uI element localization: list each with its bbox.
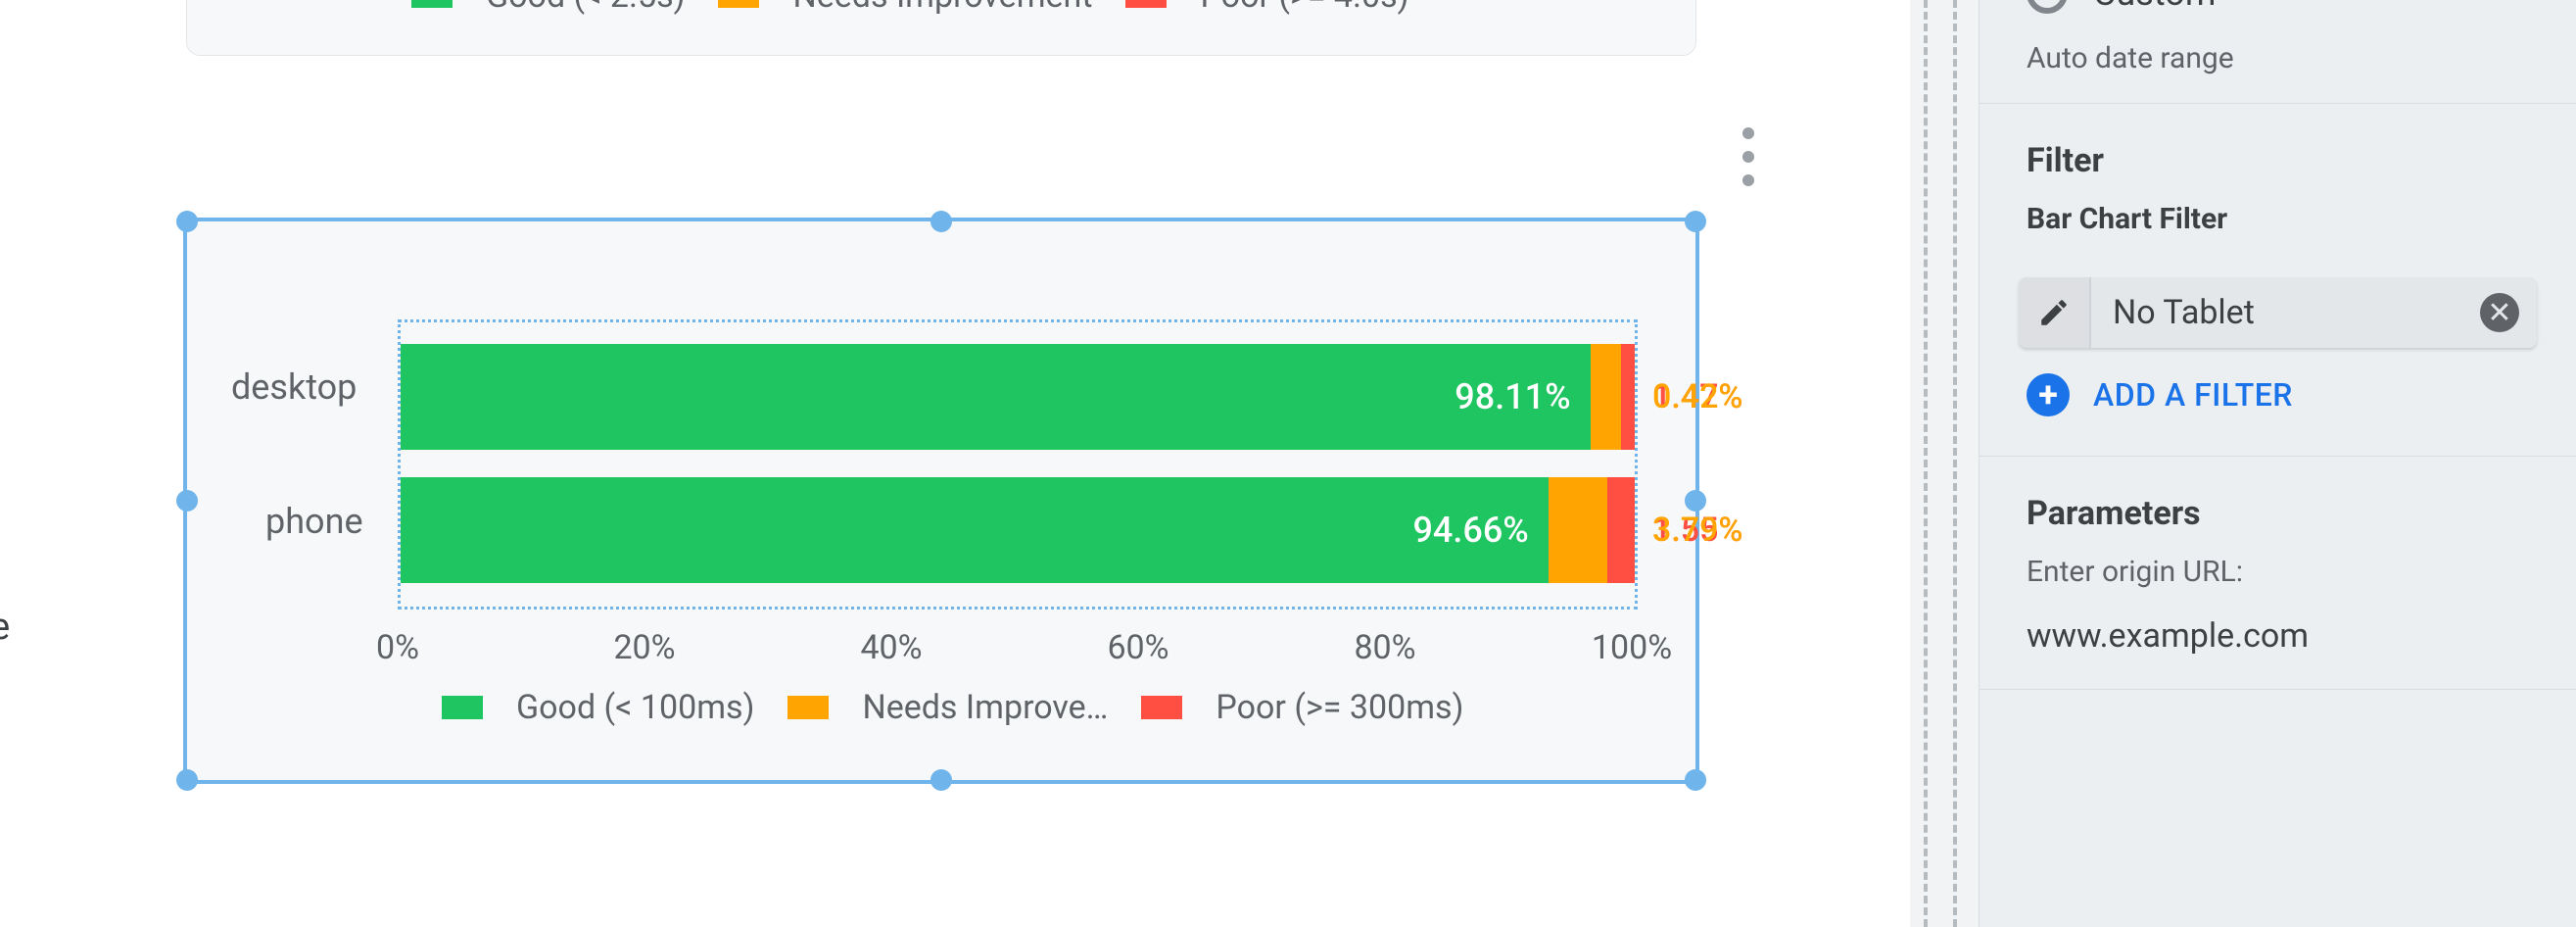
canvas-ruler (1910, 0, 1979, 927)
custom-label: Custom (2093, 0, 2216, 14)
resize-handle-mr[interactable] (1685, 490, 1706, 512)
legend2-swatch-ni (787, 696, 829, 719)
radio-unchecked-icon (2027, 0, 2068, 14)
bar-desktop-ni (1591, 344, 1622, 450)
legend-swatch-poor (1125, 0, 1167, 8)
properties-panel: Custom Auto date range Filter Bar Chart … (1979, 0, 2576, 927)
legend-lower: Good (< 100ms) Needs Improve… Poor (>= 3… (442, 688, 1463, 727)
plus-icon: + (2027, 373, 2070, 416)
legend2-label-ni: Needs Improve… (862, 688, 1108, 727)
bar-row-phone: 94.66% 1.55% 3.79% (401, 477, 1635, 583)
filter-chip-no-tablet[interactable]: No Tablet ✕ (2019, 277, 2537, 348)
filter-section-title: Filter (1980, 104, 2576, 196)
report-canvas: Good (< 2.5s) Needs Improvement Poor (>=… (0, 0, 2576, 927)
resize-handle-tr[interactable] (1685, 211, 1706, 232)
legend-upper: Good (< 2.5s) Needs Improvement Poor (>=… (411, 0, 1409, 16)
more-options-button[interactable] (1724, 127, 1773, 186)
bar-desktop-poor (1621, 344, 1635, 450)
date-range-custom-option[interactable]: Custom (1980, 0, 2576, 14)
legend-swatch-good (411, 0, 453, 8)
auto-date-range-field[interactable]: Auto date range (1980, 14, 2576, 103)
filter-subtitle: Bar Chart Filter (1980, 196, 2576, 264)
resize-handle-bl[interactable] (176, 769, 198, 791)
truncated-left-text: e (0, 606, 10, 649)
bar-chart-card[interactable]: desktop phone 98.11% 1.47% 0.42% 94.66% (186, 220, 1696, 781)
category-label-desktop: desktop (231, 366, 357, 408)
value-phone-overlay: 3.79% (1652, 511, 1742, 550)
origin-url-value[interactable]: www.example.com (1980, 616, 2576, 689)
add-filter-label: ADD A FILTER (2093, 376, 2293, 414)
resize-handle-tm[interactable] (930, 211, 952, 232)
category-label-phone: phone (265, 501, 363, 542)
bar-phone-ni (1549, 477, 1607, 583)
bar-desktop-good: 98.11% (401, 344, 1591, 450)
parameters-section-title: Parameters (1980, 457, 2576, 549)
legend-label-ni: Needs Improvement (792, 0, 1092, 16)
value-phone-good: 94.66% (1412, 510, 1528, 551)
legend2-swatch-good (442, 696, 483, 719)
legend2-label-good: Good (< 100ms) (516, 688, 754, 727)
bar-row-desktop: 98.11% 1.47% 0.42% (401, 344, 1635, 450)
xtick-100: 100% (1592, 628, 1672, 667)
resize-handle-br[interactable] (1685, 769, 1706, 791)
value-desktop-good: 98.11% (1455, 376, 1570, 417)
xtick-40: 40% (860, 628, 922, 667)
add-filter-button[interactable]: + ADD A FILTER (1980, 348, 2576, 456)
legend-label-good: Good (< 2.5s) (486, 0, 685, 16)
resize-handle-tl[interactable] (176, 211, 198, 232)
xtick-80: 80% (1354, 628, 1415, 667)
xtick-0: 0% (376, 628, 419, 667)
plot-area: 98.11% 1.47% 0.42% 94.66% 1.55% 3.79% (398, 319, 1638, 610)
legend2-label-poor: Poor (>= 300ms) (1216, 688, 1463, 727)
xtick-60: 60% (1107, 628, 1169, 667)
resize-handle-bm[interactable] (930, 769, 952, 791)
resize-handle-ml[interactable] (176, 490, 198, 512)
value-desktop-overlay: 0.42% (1652, 377, 1742, 416)
filter-chip-text: No Tablet (2091, 293, 2480, 332)
legend-swatch-ni (718, 0, 759, 8)
remove-filter-icon[interactable]: ✕ (2480, 293, 2519, 332)
pencil-icon[interactable] (2019, 277, 2091, 348)
bar-phone-good: 94.66% (401, 477, 1549, 583)
legend-label-poor: Poor (>= 4.0s) (1200, 0, 1408, 16)
parameters-subtitle: Enter origin URL: (1980, 549, 2576, 616)
legend2-swatch-poor (1141, 696, 1182, 719)
xtick-20: 20% (613, 628, 675, 667)
bar-phone-poor (1607, 477, 1635, 583)
